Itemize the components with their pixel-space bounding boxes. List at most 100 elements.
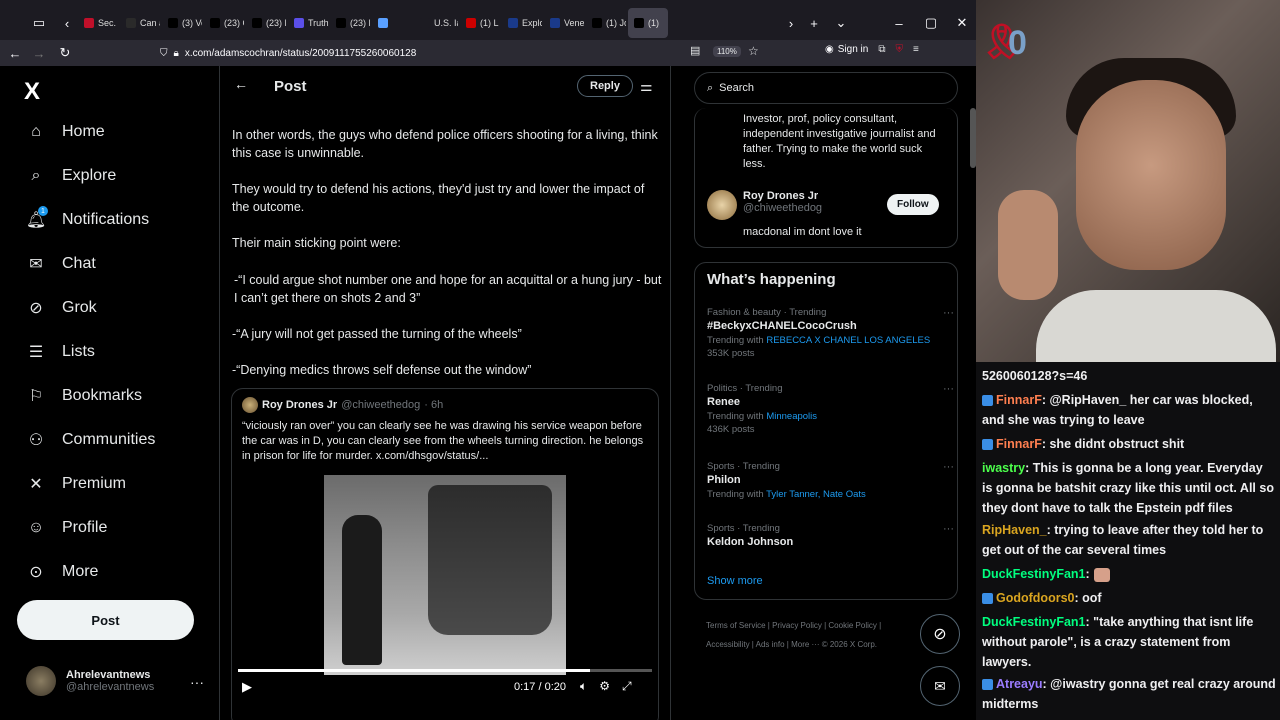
video-player[interactable]: ▶ 0:17 / 0:20 🔈︎ ⚙ ⤢ xyxy=(232,475,658,720)
chat-username[interactable]: RipHaven_ xyxy=(982,523,1047,537)
chat-badge-icon xyxy=(982,593,993,605)
nav-item-premium[interactable]: ✕ Premium xyxy=(26,474,126,494)
close-window-icon[interactable]: ✕ xyxy=(951,8,973,38)
trend-item[interactable]: Politics · Trending Renee Trending with Mi… xyxy=(707,383,954,435)
zoom-badge[interactable]: 110% xyxy=(713,46,741,57)
browser-tab[interactable]: (1) L xyxy=(460,8,500,38)
browser-tab[interactable]: (23) M xyxy=(246,8,286,38)
chat-username[interactable]: iwastry xyxy=(982,461,1025,475)
browser-tab[interactable]: (1) xyxy=(628,8,668,38)
chat-username[interactable]: FinnarF xyxy=(996,437,1042,451)
nav-item-home[interactable]: ⌂ Home xyxy=(26,122,105,142)
back-icon[interactable]: ← xyxy=(2,40,28,66)
nav-item-grok[interactable]: ⊘ Grok xyxy=(26,298,96,318)
reload-icon[interactable]: ↻ xyxy=(52,40,78,66)
sign-in-button[interactable]: ◉ Sign in xyxy=(825,44,868,55)
tab-favicon-icon xyxy=(84,18,94,28)
video-progress-bar[interactable] xyxy=(238,669,652,672)
maximize-icon[interactable]: ▢ xyxy=(920,8,942,38)
trend-item[interactable]: Fashion & beauty · Trending #BeckyxCHANEL… xyxy=(707,307,954,359)
more-dots-icon[interactable]: ··· xyxy=(943,383,954,395)
extensions-icon[interactable]: ⧉ xyxy=(878,44,885,55)
browser-tab[interactable]: (3) Ve xyxy=(162,8,202,38)
tab-label: Can a xyxy=(140,18,160,28)
settings-sliders-icon[interactable]: ⚌ xyxy=(640,78,653,95)
browser-tab[interactable]: Can a xyxy=(120,8,160,38)
x-logo-icon[interactable]: X xyxy=(24,78,40,106)
trend-name: Renee xyxy=(707,396,741,408)
play-icon[interactable]: ▶ xyxy=(242,679,252,695)
browser-tab[interactable]: Explo xyxy=(502,8,542,38)
nav-item-bookmarks[interactable]: ⚐ Bookmarks xyxy=(26,386,142,406)
nav-item-lists[interactable]: ☰ Lists xyxy=(26,342,95,362)
trend-with-link[interactable]: REBECCA X CHANEL LOS ANGELES xyxy=(766,335,930,346)
nav-item-label: Lists xyxy=(62,343,95,360)
chat-username[interactable]: Atreayu xyxy=(996,677,1043,691)
minimize-icon[interactable]: – xyxy=(888,8,910,38)
chat-username[interactable]: DuckFestinyFan1 xyxy=(982,615,1086,629)
trend-with-link[interactable]: Minneapolis xyxy=(766,411,817,422)
trend-item[interactable]: Sports · Trending Philon Trending with Tyl… xyxy=(707,461,954,500)
nav-item-communities[interactable]: ⚇ Communities xyxy=(26,430,156,450)
lists-icon: ☰ xyxy=(28,344,44,361)
video-settings-icon[interactable]: ⚙ xyxy=(599,679,610,694)
scroll-left-icon[interactable]: ‹ xyxy=(56,8,78,38)
follow-button[interactable]: Follow xyxy=(887,194,939,215)
nav-item-explore[interactable]: ⌕ Explore xyxy=(26,166,117,186)
show-more-link[interactable]: Show more xyxy=(707,575,763,587)
nav-item-profile[interactable]: ☺ Profile xyxy=(26,518,108,538)
tab-favicon-icon xyxy=(294,18,304,28)
account-switcher[interactable]: Ahrelevantnews @ahrelevantnews xyxy=(26,666,154,696)
ublock-icon[interactable]: ⛨ xyxy=(895,44,903,55)
grok-icon[interactable]: ⊘ xyxy=(920,614,960,654)
scroll-right-icon[interactable]: › xyxy=(780,8,802,38)
browser-tab[interactable]: Sec. 1 xyxy=(78,8,118,38)
menu-icon[interactable]: ≡ xyxy=(913,44,919,55)
browser-tab[interactable]: Venez xyxy=(544,8,584,38)
trend-with-label: Trending with xyxy=(707,489,764,500)
reader-view-icon[interactable]: ▤ xyxy=(690,44,700,57)
browser-tab[interactable] xyxy=(372,8,412,38)
more-dots-icon[interactable]: ··· xyxy=(943,461,954,473)
x-premium-icon: ✕ xyxy=(29,476,43,493)
footer-row[interactable]: Accessibility | Ads info | More ··· © 20… xyxy=(706,635,936,654)
browser-tab[interactable]: Truth xyxy=(288,8,328,38)
chat-message: RipHaven_: trying to leave after they to… xyxy=(982,520,1276,560)
more-dots-icon[interactable]: ··· xyxy=(943,523,954,535)
nav-item-chat[interactable]: ✉ Chat xyxy=(26,254,96,274)
quoted-post[interactable]: Roy Drones Jr @chiweethedog · 6h “viciou… xyxy=(231,388,659,720)
footer-row[interactable]: Terms of Service | Privacy Policy | Cook… xyxy=(706,616,936,635)
url-bar[interactable]: ⛉ 🔒︎ x.com/adamscochran/status/200911175… xyxy=(160,44,720,62)
more-dots-icon[interactable]: ··· xyxy=(943,307,954,319)
chat-text: : oof xyxy=(1074,591,1102,605)
search-input[interactable]: ⌕ Search xyxy=(694,72,958,104)
volume-icon[interactable]: 🔈︎ xyxy=(580,679,587,694)
tab-label: Venez xyxy=(564,18,584,28)
chat-username[interactable]: Godofdoors0 xyxy=(996,591,1074,605)
shield-icon[interactable]: ⛉ xyxy=(160,48,168,59)
fullscreen-icon[interactable]: ⤢ xyxy=(622,679,632,694)
browser-tab[interactable]: (1) Jo xyxy=(586,8,626,38)
trend-item[interactable]: Sports · Trending Keldon Johnson ··· xyxy=(707,523,954,548)
chat-username[interactable]: FinnarF xyxy=(996,393,1042,407)
browser-tab[interactable]: (23) C xyxy=(204,8,244,38)
follow-suggestion[interactable]: Roy Drones Jr @chiweethedog xyxy=(707,190,822,220)
browser-tab[interactable]: U.S. Ia xyxy=(414,8,458,38)
reply-button[interactable]: Reply xyxy=(577,75,633,97)
lock-icon[interactable]: 🔒︎ xyxy=(174,48,179,59)
chat-username[interactable]: DuckFestinyFan1 xyxy=(982,567,1086,581)
browser-tab[interactable]: (23) M xyxy=(330,8,370,38)
trend-with-link[interactable]: Tyler Tanner, Nate Oats xyxy=(766,489,866,500)
back-arrow-icon[interactable]: ← xyxy=(234,76,248,92)
nav-item-more[interactable]: ⊙ More xyxy=(26,562,98,582)
tab-list-icon[interactable]: ▭ xyxy=(28,8,50,38)
messages-icon[interactable]: ✉ xyxy=(920,666,960,706)
forward-icon[interactable]: → xyxy=(26,40,52,66)
more-dots-icon[interactable]: ··· xyxy=(190,674,204,690)
new-tab-icon[interactable]: + xyxy=(803,8,825,38)
post-button[interactable]: Post xyxy=(17,600,194,640)
nav-item-notifications[interactable]: 🔔︎ 1 Notifications xyxy=(26,206,149,230)
list-all-tabs-icon[interactable]: ⌄ xyxy=(830,8,852,38)
post-paragraph: -“A jury will not get passed the turning… xyxy=(232,327,522,341)
chat-message: FinnarF: she didnt obstruct shit xyxy=(982,434,1276,454)
